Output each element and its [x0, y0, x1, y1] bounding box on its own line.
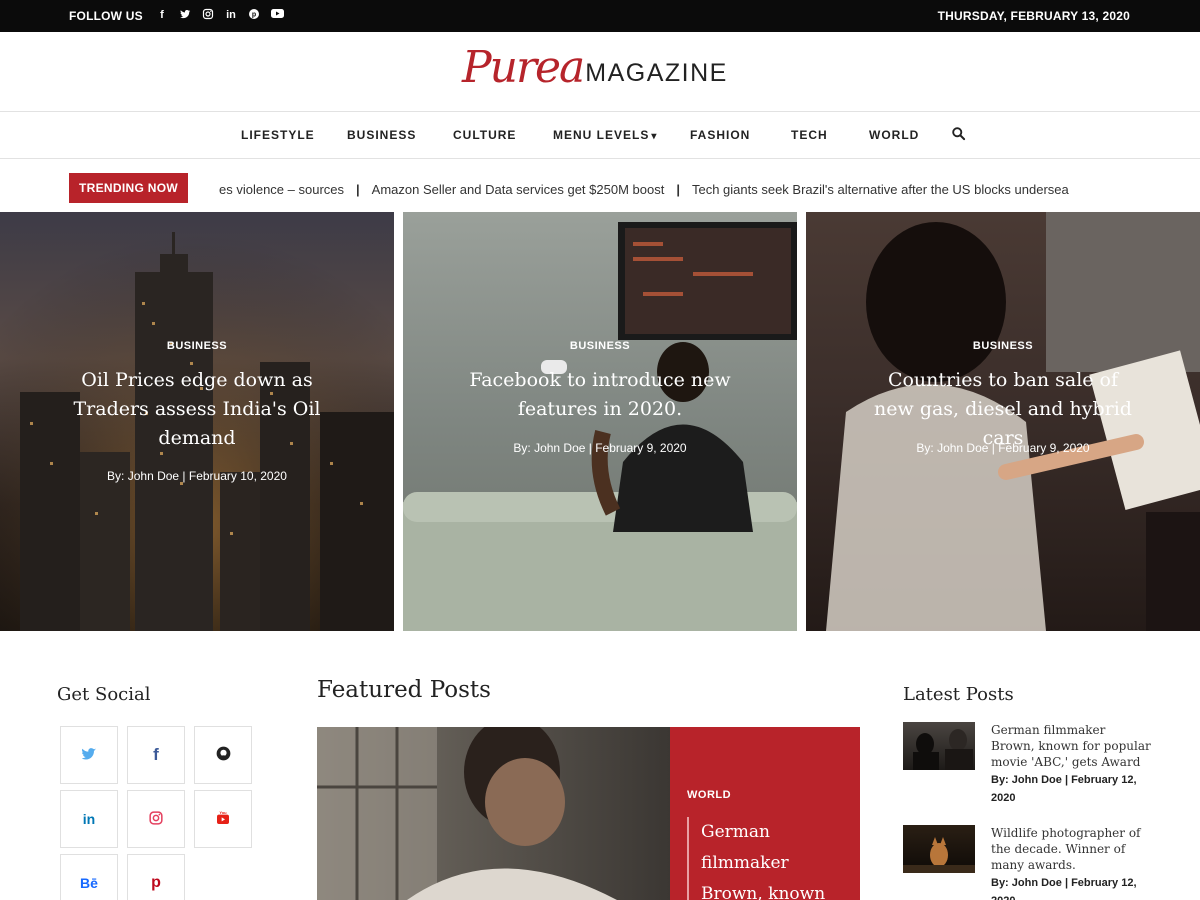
- trending-item[interactable]: Tech giants seek Brazil's alternative af…: [692, 182, 1069, 197]
- trending-item[interactable]: es violence – sources: [219, 182, 344, 197]
- svg-text:You: You: [219, 810, 227, 815]
- linkedin-icon: in: [82, 811, 96, 827]
- slide-title[interactable]: Countries to ban sale of new gas, diesel…: [806, 366, 1200, 453]
- site-logo[interactable]: Purea MAGAZINE: [462, 44, 728, 92]
- ticker-separator: |: [356, 182, 360, 197]
- behance-link[interactable]: Bē: [60, 854, 118, 900]
- latest-post-thumbnail[interactable]: [903, 825, 975, 873]
- chevron-down-icon: ▾: [651, 131, 658, 142]
- slide-meta: By: John Doe | February 9, 2020: [916, 441, 1090, 455]
- instagram-link[interactable]: [127, 790, 185, 848]
- trending-ticker: es violence – sources | Amazon Seller an…: [219, 182, 1069, 197]
- slide-category[interactable]: BUSINESS: [0, 340, 394, 352]
- featured-category[interactable]: WORLD: [687, 789, 731, 801]
- top-bar: FOLLOW US f in p THURSDAY, FEBRUARY 13, …: [0, 0, 1200, 32]
- nav-item-business[interactable]: BUSINESS: [347, 128, 416, 142]
- nav-item-fashion[interactable]: FASHION: [690, 128, 750, 142]
- svg-text:p: p: [252, 12, 256, 19]
- trending-bar: TRENDING NOW es violence – sources | Ama…: [0, 160, 1200, 212]
- youtube-icon: You: [215, 810, 231, 829]
- youtube-link[interactable]: You: [194, 790, 252, 848]
- featured-post-card[interactable]: WORLD German filmmaker Brown, known: [670, 727, 860, 900]
- top-social-links: f in p: [155, 8, 284, 22]
- main-nav: LIFESTYLE BUSINESS CULTURE MENU LEVELS ▾ …: [0, 112, 1200, 159]
- search-icon[interactable]: [951, 126, 967, 142]
- github-link[interactable]: [194, 726, 252, 784]
- nav-item-culture[interactable]: CULTURE: [453, 128, 516, 142]
- trending-badge: TRENDING NOW: [69, 173, 188, 203]
- nav-item-tech[interactable]: TECH: [791, 128, 828, 142]
- latest-post-meta: By: John Doe | February 12, 2020: [991, 877, 1137, 900]
- pinterest-icon: p: [151, 874, 161, 891]
- latest-post-thumbnail[interactable]: [903, 722, 975, 770]
- nav-item-lifestyle[interactable]: LIFESTYLE: [241, 128, 315, 142]
- behance-icon: Bē: [80, 875, 98, 891]
- slide-category[interactable]: BUSINESS: [403, 340, 797, 352]
- filmmaker-image: [913, 729, 973, 770]
- facebook-link[interactable]: f: [127, 726, 185, 784]
- wildlife-image: [903, 837, 975, 873]
- slide-title[interactable]: Facebook to introduce new features in 20…: [403, 366, 797, 424]
- man-portrait-image: [317, 727, 617, 900]
- ticker-separator: |: [676, 182, 680, 197]
- twitter-link[interactable]: [60, 726, 118, 784]
- slide-meta: By: John Doe | February 9, 2020: [513, 441, 687, 455]
- slide-category[interactable]: BUSINESS: [806, 340, 1200, 352]
- nav-item-menu-levels-label: MENU LEVELS: [553, 128, 650, 142]
- pinterest-link[interactable]: p: [127, 854, 185, 900]
- twitter-icon: [81, 747, 96, 763]
- latest-post-title[interactable]: German filmmaker Brown, known for popula…: [991, 722, 1151, 770]
- latest-posts-heading: Latest Posts: [903, 684, 1014, 705]
- follow-us-label: FOLLOW US: [69, 9, 143, 23]
- latest-post-title[interactable]: Wildlife photographer of the decade. Win…: [991, 825, 1151, 873]
- slide-meta: By: John Doe | February 10, 2020: [107, 469, 287, 483]
- twitter-icon[interactable]: [178, 8, 192, 22]
- featured-post-image[interactable]: [317, 727, 670, 900]
- linkedin-link[interactable]: in: [60, 790, 118, 848]
- pinterest-icon[interactable]: p: [247, 8, 261, 22]
- current-date: THURSDAY, FEBRUARY 13, 2020: [937, 9, 1130, 23]
- featured-posts-heading: Featured Posts: [317, 677, 491, 703]
- github-icon: [216, 746, 231, 764]
- slide-card[interactable]: BUSINESS Countries to ban sale of new ga…: [806, 212, 1200, 631]
- instagram-icon[interactable]: [201, 8, 215, 22]
- site-header: Purea MAGAZINE: [0, 32, 1200, 112]
- slide-title[interactable]: Oil Prices edge down as Traders assess I…: [0, 366, 394, 453]
- trending-item[interactable]: Amazon Seller and Data services get $250…: [372, 182, 665, 197]
- logo-script-text: Purea: [462, 42, 585, 93]
- facebook-icon[interactable]: f: [155, 8, 169, 22]
- youtube-icon[interactable]: [270, 8, 284, 22]
- nav-item-menu-levels[interactable]: MENU LEVELS ▾: [553, 128, 657, 142]
- featured-accent-line: [687, 817, 689, 900]
- logo-word-text: MAGAZINE: [585, 59, 728, 87]
- latest-post-meta: By: John Doe | February 12, 2020: [991, 774, 1137, 804]
- featured-post-title[interactable]: German filmmaker Brown, known: [701, 817, 851, 900]
- slide-card[interactable]: BUSINESS Facebook to introduce new featu…: [403, 212, 797, 631]
- linkedin-icon[interactable]: in: [224, 8, 238, 22]
- instagram-icon: [149, 810, 163, 828]
- get-social-heading: Get Social: [57, 684, 151, 705]
- facebook-icon: f: [153, 745, 159, 764]
- slide-card[interactable]: BUSINESS Oil Prices edge down as Traders…: [0, 212, 394, 631]
- nav-item-world[interactable]: WORLD: [869, 128, 919, 142]
